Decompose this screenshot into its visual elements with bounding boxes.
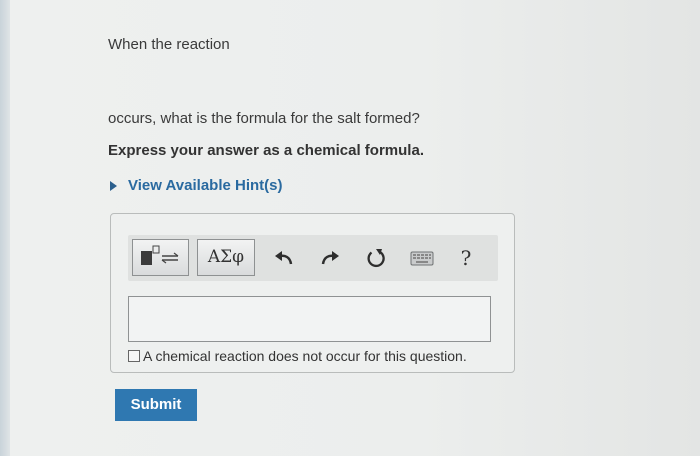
redo-icon (321, 251, 339, 265)
templates-button[interactable] (132, 239, 189, 276)
undo-icon (275, 251, 293, 265)
reset-button[interactable] (363, 246, 389, 270)
help-button[interactable]: ? (453, 246, 479, 270)
no-reaction-label: A chemical reaction does not occur for t… (143, 348, 467, 364)
redo-button[interactable] (317, 246, 343, 270)
symbols-button[interactable]: ΑΣφ (197, 239, 255, 276)
expand-triangle-icon (110, 180, 117, 191)
undo-button[interactable] (271, 246, 297, 270)
view-hints-toggle[interactable]: View Available Hint(s) (110, 177, 283, 194)
problem-instruction-text: Express your answer as a chemical formul… (108, 142, 424, 159)
problem-intro-text: When the reaction (108, 36, 230, 53)
templates-icon (141, 245, 179, 265)
answer-input[interactable] (128, 296, 491, 342)
answer-panel: ΑΣφ ? A chemical reaction does not occur… (110, 213, 515, 373)
problem-question-text: occurs, what is the formula for the salt… (108, 110, 420, 127)
view-hints-label: View Available Hint(s) (128, 177, 283, 194)
no-reaction-option[interactable]: A chemical reaction does not occur for t… (128, 348, 467, 364)
submit-button[interactable]: Submit (115, 389, 197, 421)
reset-icon (367, 249, 385, 268)
no-reaction-checkbox[interactable] (128, 350, 140, 362)
left-edge-strip (0, 0, 10, 456)
math-toolbar: ΑΣφ ? (128, 235, 498, 281)
keyboard-button[interactable] (409, 246, 435, 270)
keyboard-icon (410, 251, 434, 266)
